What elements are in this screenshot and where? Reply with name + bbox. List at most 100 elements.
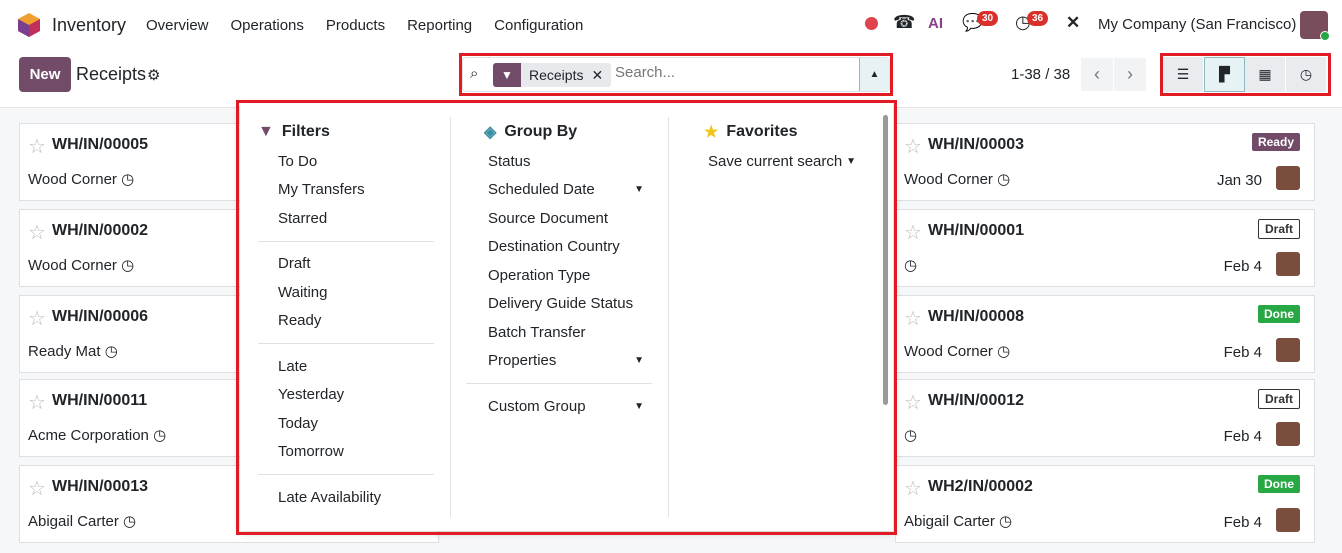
group-by-option[interactable]: Destination Country [450,233,652,262]
activity-clock-icon[interactable]: ◷ [997,171,1010,188]
group-by-option[interactable]: Source Document [450,204,652,233]
activity-clock-icon[interactable]: ◷ [904,427,917,444]
status-badge: Done [1258,305,1300,323]
search-icon[interactable]: ⌕ [470,65,478,82]
inventory-logo-icon[interactable] [18,13,40,37]
avatar [1276,338,1300,362]
filter-option[interactable]: Today [240,409,450,438]
card-partner: ◷ [904,256,917,274]
activity-clock-icon[interactable]: ◷ [904,257,917,274]
favorites-section: ★ Favorites Save current search ▼ [686,117,856,176]
star-icon[interactable]: ☆ [28,134,46,159]
activity-clock-icon[interactable]: ◷ [105,343,118,360]
menu-products[interactable]: Products [326,17,385,34]
user-avatar[interactable] [1300,11,1330,41]
messages-badge: 30 [977,11,999,26]
activity-view-button[interactable]: ◷ [1286,57,1327,92]
avatar [1276,252,1300,276]
menu-overview[interactable]: Overview [146,17,209,34]
card-partner: Wood Corner ◷ [904,343,1011,360]
filter-option[interactable]: Starred [240,204,450,233]
activity-clock-icon[interactable]: ◷ [121,171,134,188]
filter-option[interactable]: Yesterday [240,381,450,410]
filter-option[interactable]: Late Availability [240,483,450,512]
group-by-option[interactable]: Status [450,147,652,176]
group-by-title: Group By [504,123,578,140]
app-name[interactable]: Inventory [52,15,126,36]
new-button[interactable]: New [19,57,71,92]
search-panel-toggle[interactable]: ▲ [859,58,889,91]
phone-icon[interactable]: ☎ [893,12,915,33]
filter-option[interactable]: To Do [240,147,450,176]
favorites-title: Favorites [726,123,798,140]
kanban-card[interactable]: ☆ WH/IN/00003 Wood Corner ◷ Ready Jan 30 [895,123,1315,201]
filter-option[interactable]: Draft [240,250,450,279]
star-icon[interactable]: ☆ [904,476,922,501]
star-icon[interactable]: ☆ [904,390,922,415]
search-input[interactable] [615,64,845,81]
card-partner: Acme Corporation ◷ [28,427,167,444]
card-partner: Wood Corner ◷ [904,171,1011,188]
star-icon[interactable]: ☆ [904,306,922,331]
activity-clock-icon[interactable]: ◷ [153,427,166,444]
group-by-option[interactable]: Operation Type [450,261,652,290]
activity-clock-icon[interactable]: ◷ [121,257,134,274]
filter-option[interactable]: Ready [240,307,450,336]
chevron-down-icon: ▼ [634,355,644,367]
menu-reporting[interactable]: Reporting [407,17,472,34]
filter-option[interactable]: Tomorrow [240,438,450,467]
status-badge: Ready [1251,133,1300,151]
menu-operations[interactable]: Operations [231,17,304,34]
card-partner: ◷ [904,426,917,444]
page-title[interactable]: Receipts [76,64,146,85]
search-dropdown-panel: ▼ Filters To Do My Transfers Starred Draft Wa… [240,103,893,531]
kanban-card[interactable]: ☆ WH/IN/00012 ◷ Draft Feb 4 [895,379,1315,457]
calendar-view-button[interactable]: ▦ [1245,57,1286,92]
group-by-option[interactable]: Batch Transfer [450,318,652,347]
custom-group-select[interactable]: Custom Group ▼ [466,392,644,421]
gear-icon[interactable]: ⚙ [147,66,160,84]
filter-option[interactable]: My Transfers [240,176,450,205]
company-switcher[interactable]: My Company (San Francisco) [1098,16,1296,33]
avatar [1276,166,1300,190]
kanban-card[interactable]: ☆ WH2/IN/00002 Abigail Carter ◷ Done Feb 4 [895,465,1315,543]
card-reference: WH/IN/00005 [52,136,149,153]
star-icon[interactable]: ☆ [28,220,46,245]
kanban-card[interactable]: ☆ WH/IN/00001 ◷ Draft Feb 4 [895,209,1315,287]
pager-previous-button[interactable]: ‹ [1081,58,1113,91]
star-icon[interactable]: ☆ [904,220,922,245]
star-icon[interactable]: ☆ [904,134,922,159]
group-by-option[interactable]: Delivery Guide Status [450,290,652,319]
menu-configuration[interactable]: Configuration [494,17,583,34]
dropdown-scrollbar[interactable] [883,115,888,405]
group-by-option[interactable]: Properties ▼ [450,347,652,376]
group-by-option[interactable]: Scheduled Date ▼ [450,176,652,205]
card-reference: WH/IN/00013 [52,478,149,495]
search-bar: ⌕ ▼ Receipts ✕ ▲ [462,57,890,92]
card-date: Feb 4 [1223,258,1262,275]
recording-icon[interactable] [865,17,878,30]
star-icon[interactable]: ☆ [28,390,46,415]
pager-value[interactable]: 1-38 / 38 [1011,66,1070,83]
card-reference: WH/IN/00006 [52,308,149,325]
save-current-search[interactable]: Save current search ▼ [686,147,856,176]
activity-clock-icon[interactable]: ◷ [123,513,136,530]
avatar [1276,422,1300,446]
card-reference: WH/IN/00001 [928,222,1025,239]
list-view-button[interactable]: ☰ [1163,57,1204,92]
kanban-card[interactable]: ☆ WH/IN/00008 Wood Corner ◷ Done Feb 4 [895,295,1315,373]
filter-icon: ▼ [258,123,274,140]
debug-tools-icon[interactable]: ✕ [1066,13,1080,33]
star-icon[interactable]: ☆ [28,306,46,331]
activity-clock-icon[interactable]: ◷ [999,513,1012,530]
filters-title: Filters [281,123,330,140]
pager-next-button[interactable]: › [1114,58,1146,91]
star-icon[interactable]: ☆ [28,476,46,501]
filter-option[interactable]: Waiting [240,278,450,307]
remove-facet-icon[interactable]: ✕ [591,67,611,84]
activity-clock-icon[interactable]: ◷ [997,343,1010,360]
ai-icon[interactable]: AI [928,15,943,32]
chevron-down-icon: ▼ [634,184,644,196]
filter-option[interactable]: Late [240,352,450,381]
kanban-view-button[interactable]: ▛ [1204,57,1245,92]
